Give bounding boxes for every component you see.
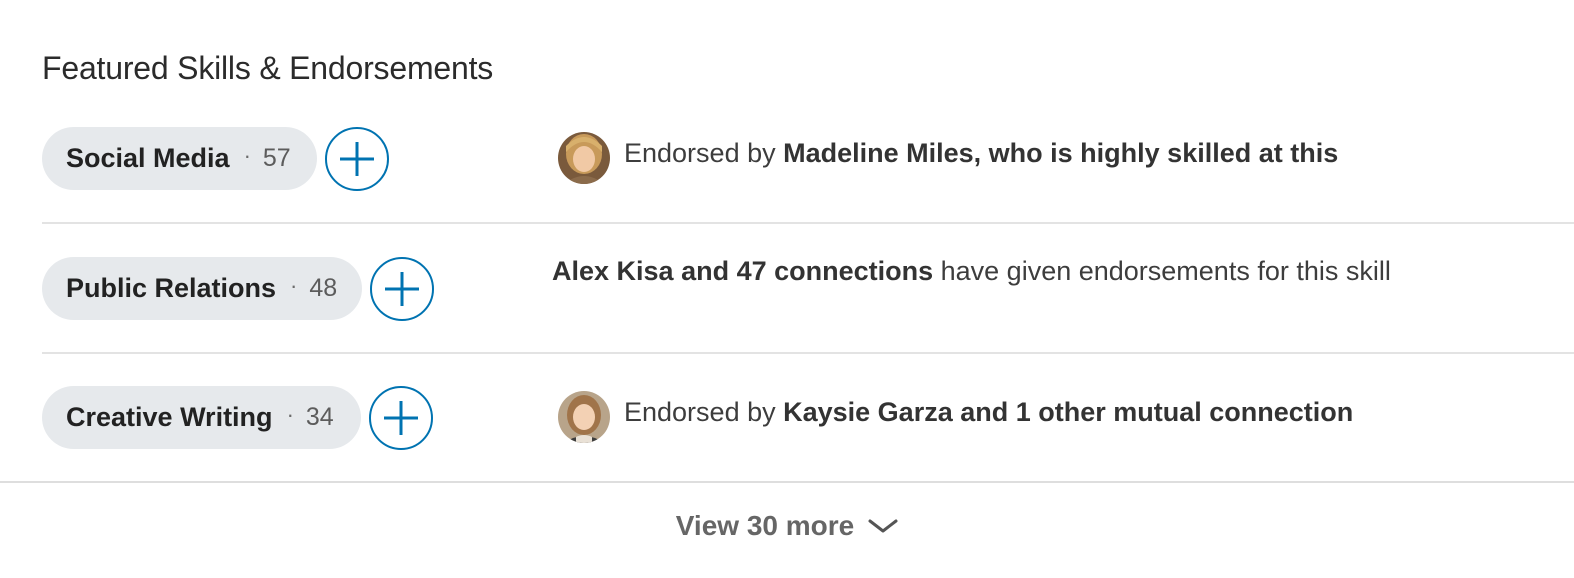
- endorser-name[interactable]: Madeline Miles, who is highly skilled at…: [783, 138, 1338, 168]
- endorsement-count: 57: [262, 144, 291, 172]
- plus-icon: [384, 401, 418, 435]
- separator: ·: [286, 401, 294, 427]
- endorsement-count: 34: [305, 403, 334, 431]
- avatar[interactable]: [558, 132, 610, 184]
- endorse-button[interactable]: [370, 257, 434, 321]
- view-more-button[interactable]: View 30 more: [0, 510, 1574, 542]
- plus-icon: [385, 272, 419, 306]
- section-title: Featured Skills & Endorsements: [42, 50, 494, 86]
- skill-name: Creative Writing: [66, 402, 273, 432]
- endorser-names[interactable]: Alex Kisa and 47 connections: [552, 256, 933, 286]
- endorsement-count: 48: [309, 274, 338, 302]
- endorse-button[interactable]: [325, 127, 389, 191]
- plus-icon: [340, 142, 374, 176]
- skill-name: Social Media: [66, 143, 230, 173]
- skill-row-creative-writing: Creative Writing · 34 Endorsed by Kaysie…: [42, 353, 1574, 483]
- separator: ·: [243, 142, 251, 168]
- skill-pill[interactable]: Creative Writing · 34: [42, 386, 361, 449]
- endorsement-text: Endorsed by Kaysie Garza and 1 other mut…: [624, 397, 1353, 428]
- endorse-suffix: have given endorsements for this skill: [933, 256, 1391, 286]
- separator: ·: [290, 272, 298, 298]
- chevron-down-icon: [868, 519, 898, 533]
- skill-pill[interactable]: Public Relations · 48: [42, 257, 362, 320]
- endorser-name[interactable]: Kaysie Garza and 1 other mutual connecti…: [783, 397, 1353, 427]
- view-more-label: View 30 more: [675, 510, 855, 541]
- divider: [0, 481, 1574, 483]
- endorse-prefix: Endorsed by: [624, 138, 784, 168]
- endorsement-text: Alex Kisa and 47 connections have given …: [552, 256, 1391, 287]
- skill-row-social-media: Social Media · 57 Endorsed by Madeline M…: [42, 94, 1574, 224]
- skill-row-public-relations: Public Relations · 48 Alex Kisa and 47 c…: [42, 224, 1574, 354]
- skill-pill[interactable]: Social Media · 57: [42, 127, 317, 190]
- endorse-button[interactable]: [369, 386, 433, 450]
- endorsement-text: Endorsed by Madeline Miles, who is highl…: [624, 138, 1338, 169]
- endorse-prefix: Endorsed by: [624, 397, 784, 427]
- skill-name: Public Relations: [66, 273, 277, 303]
- avatar[interactable]: [558, 391, 610, 443]
